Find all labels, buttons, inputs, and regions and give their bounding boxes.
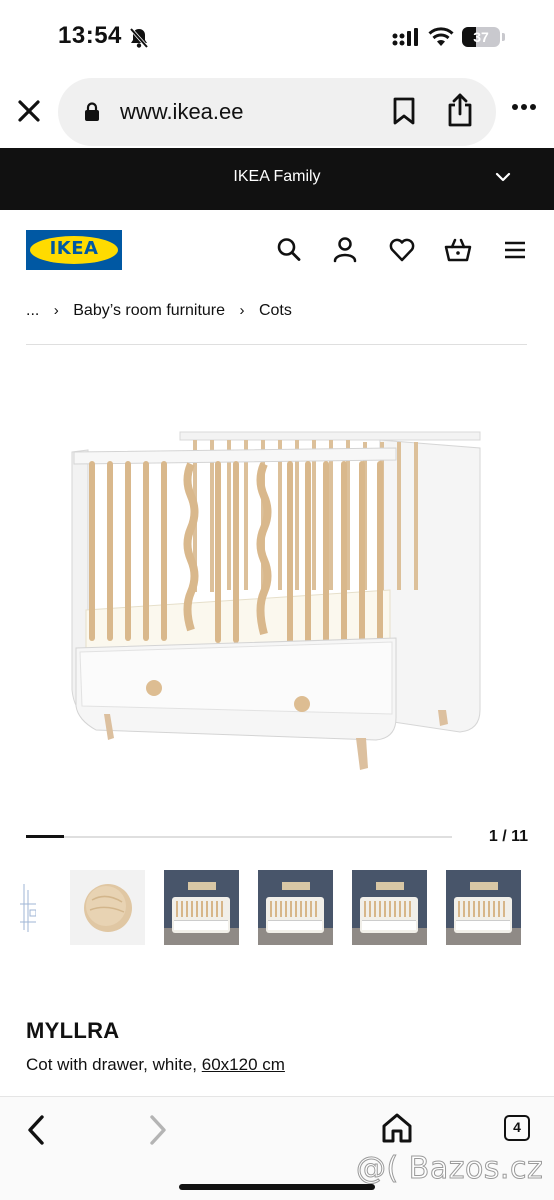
thumbnail-room-3[interactable] [352,870,427,945]
user-icon[interactable] [332,236,358,264]
thumbnail-slats [458,901,508,917]
wifi-icon [428,27,454,46]
thumbnail-drawer [456,920,510,930]
ikea-logo-text: IKEA [49,238,99,259]
chevron-right-icon: › [53,302,59,319]
breadcrumb-cots[interactable]: Cots [259,302,292,320]
share-icon[interactable] [446,92,474,128]
thumbnail-drawing[interactable] [0,870,36,945]
thumbnail-shelf [282,882,310,890]
search-icon[interactable] [276,236,302,264]
thumbnail-slats [364,901,414,917]
breadcrumb-babys-room[interactable]: Baby’s room furniture [73,302,225,320]
status-time: 13:54 [58,22,122,49]
breadcrumb: ... › Baby’s room furniture › Cots [26,302,292,320]
lock-icon [85,102,99,121]
thumbnail-drawer [268,920,322,930]
product-size-link[interactable]: 60x120 cm [202,1055,285,1074]
thumbnail-shelf [188,882,216,890]
thumbnail-room-4[interactable] [446,870,521,945]
ikea-family-label: IKEA Family [233,168,321,185]
back-icon[interactable] [22,1113,52,1147]
thumbnail-drawer [174,920,228,930]
gallery-progress-fill [26,835,65,838]
chevron-down-icon[interactable] [494,170,512,184]
chevron-right-icon: › [239,302,245,319]
more-icon[interactable] [511,103,537,111]
breadcrumb-ellipsis[interactable]: ... [26,302,39,320]
product-description-text: Cot with drawer, white, [26,1055,202,1074]
divider [26,344,527,345]
address-bar[interactable]: www.ikea.ee [58,78,496,146]
gallery-progress [26,835,452,838]
gallery-counter: 1 / 11 [488,828,528,845]
thumbnail-shelf [376,882,404,890]
thumbnail-slats [176,901,226,917]
thumbnail-room-1[interactable] [164,870,239,945]
home-icon[interactable] [380,1111,414,1145]
forward-icon[interactable] [142,1113,172,1147]
menu-icon[interactable] [502,236,528,264]
bookmark-icon[interactable] [392,96,416,126]
thumbnail-knob-image [84,884,132,932]
thumbnail-room-2[interactable] [258,870,333,945]
product-image[interactable] [60,420,500,780]
close-icon[interactable] [14,96,44,126]
product-name: MYLLRA [26,1018,120,1043]
product-description: Cot with drawer, white, 60x120 cm [26,1055,285,1075]
battery-icon: 37 [462,27,500,47]
battery-cap [502,33,505,41]
thumbnail-knob[interactable] [70,870,145,945]
home-indicator[interactable] [179,1184,375,1190]
thumbnail-drawer [362,920,416,930]
tabs-icon[interactable]: 4 [504,1115,530,1141]
heart-icon[interactable] [388,236,416,264]
url-text[interactable]: www.ikea.ee [120,99,244,125]
signal-icon [392,28,418,46]
watermark: @( Bazos.cz [355,1151,544,1187]
thumbnail-drawing-image [20,884,36,932]
battery-text: 37 [473,29,489,45]
bell-slash-icon [129,27,149,49]
thumbnail-slats [270,901,320,917]
thumbnail-shelf [470,882,498,890]
ikea-logo[interactable]: IKEA [26,230,122,270]
ikea-family-banner[interactable]: IKEA Family [0,148,554,210]
basket-icon[interactable] [444,236,472,264]
status-bar: 13:54 37 [0,0,554,78]
